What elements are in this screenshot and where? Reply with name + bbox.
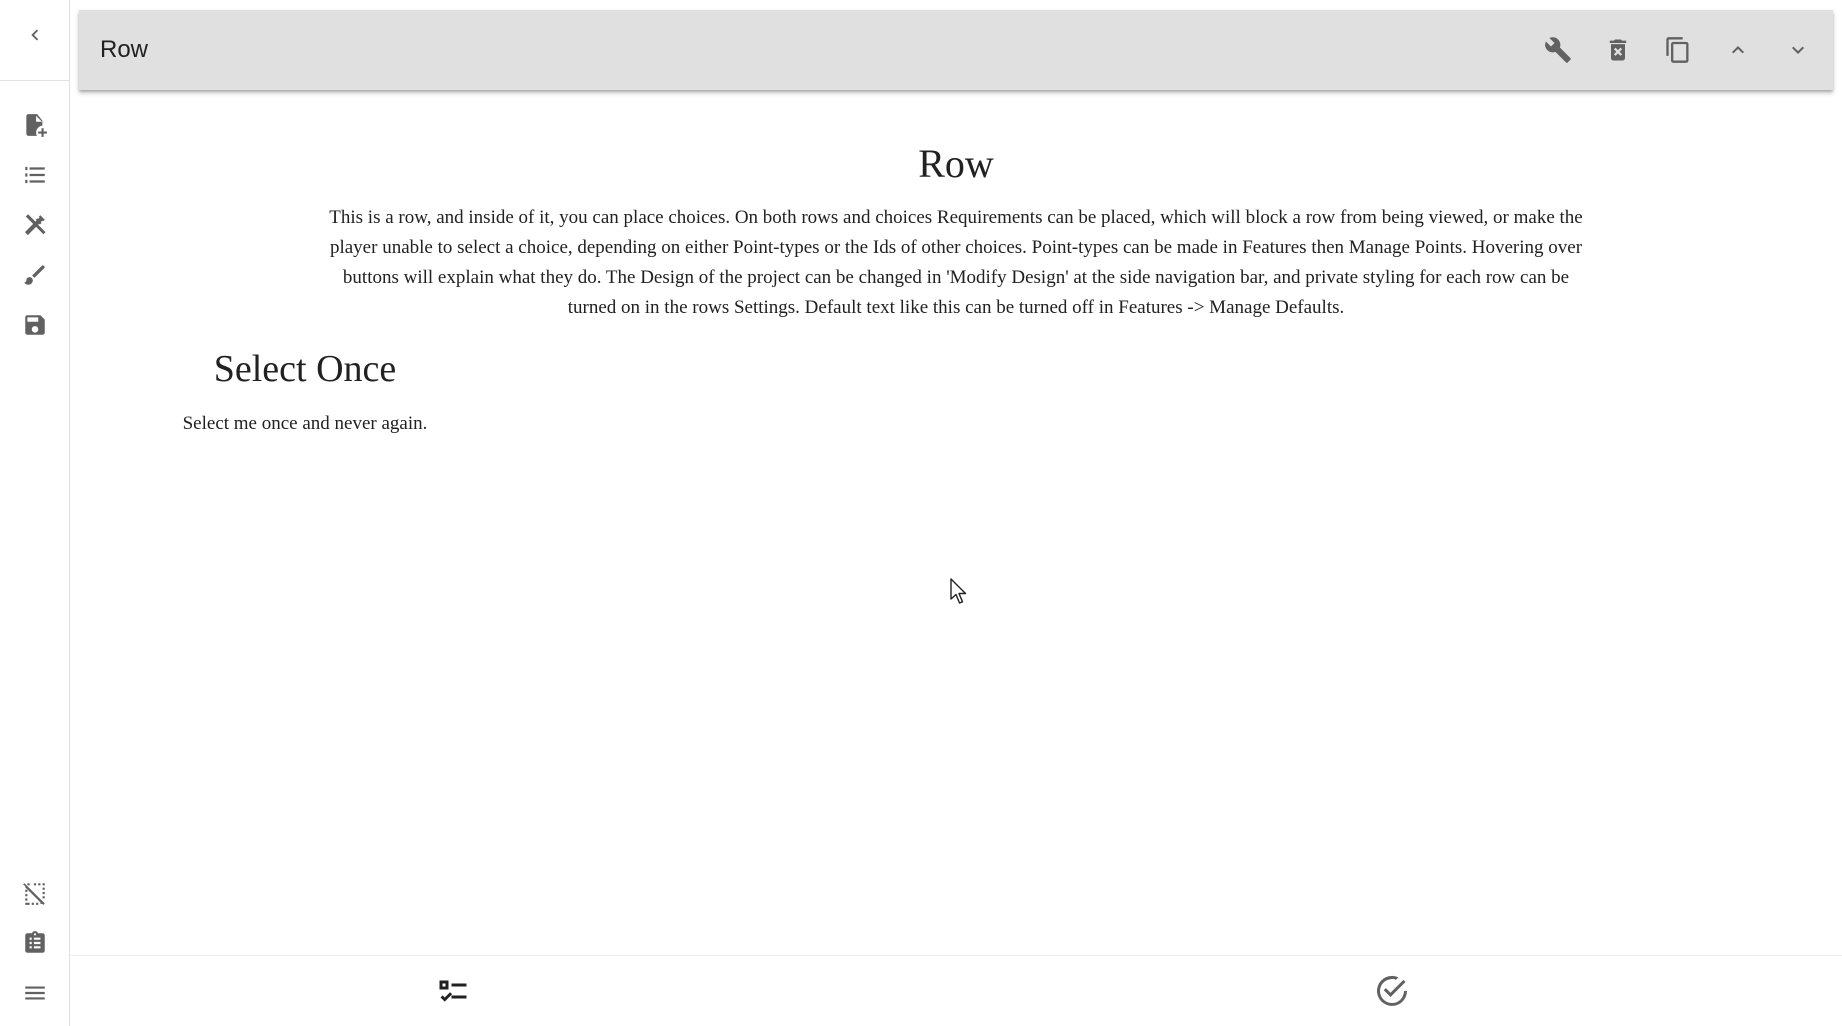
format-list-checks-icon bbox=[439, 980, 467, 1002]
clipboard-list-icon bbox=[25, 931, 45, 953]
file-add-icon bbox=[26, 114, 47, 137]
row-title: Row bbox=[918, 141, 994, 186]
toolbar-title: Row bbox=[100, 36, 149, 63]
clipboard-button[interactable] bbox=[17, 925, 53, 961]
chevron-up-icon bbox=[1732, 46, 1744, 54]
toggle-selection-button[interactable] bbox=[17, 875, 53, 911]
choices-list-button[interactable] bbox=[430, 968, 476, 1014]
choice-text[interactable]: Select me once and never again. bbox=[150, 413, 460, 435]
delete-row-button[interactable] bbox=[1596, 28, 1640, 72]
selected-choices-button[interactable] bbox=[1369, 968, 1415, 1014]
features-button[interactable] bbox=[17, 207, 53, 243]
list-icon bbox=[25, 166, 45, 184]
save-icon bbox=[25, 315, 45, 335]
menu-button[interactable] bbox=[17, 975, 53, 1011]
copy-icon bbox=[1666, 37, 1689, 63]
menu-icon bbox=[25, 986, 45, 1000]
back-button[interactable] bbox=[17, 17, 53, 53]
navigation-rail bbox=[0, 0, 70, 1026]
mouse-cursor-icon bbox=[950, 578, 967, 604]
duplicate-row-button[interactable] bbox=[1656, 28, 1700, 72]
choice-title[interactable]: Select Once bbox=[150, 347, 460, 391]
rows-list-button[interactable] bbox=[17, 157, 53, 193]
brush-icon bbox=[24, 265, 45, 285]
row-text: This is a row, and inside of it, you can… bbox=[329, 207, 1583, 318]
chevron-left-icon bbox=[31, 29, 39, 41]
row-settings-button[interactable] bbox=[1536, 28, 1580, 72]
move-row-down-button[interactable] bbox=[1776, 28, 1820, 72]
tools-icon bbox=[24, 214, 46, 236]
row-toolbar: Row bbox=[79, 10, 1833, 90]
new-row-button[interactable] bbox=[17, 107, 53, 143]
chevron-down-icon bbox=[1792, 46, 1804, 54]
bottom-bar bbox=[70, 955, 1842, 1026]
check-circle-outline-icon bbox=[1377, 975, 1407, 1006]
save-button[interactable] bbox=[17, 307, 53, 343]
select-off-icon bbox=[23, 883, 45, 905]
rail-divider bbox=[0, 80, 70, 81]
delete-icon bbox=[1609, 39, 1627, 61]
modify-design-button[interactable] bbox=[17, 257, 53, 293]
wrench-icon bbox=[1545, 37, 1571, 63]
move-row-up-button[interactable] bbox=[1716, 28, 1760, 72]
